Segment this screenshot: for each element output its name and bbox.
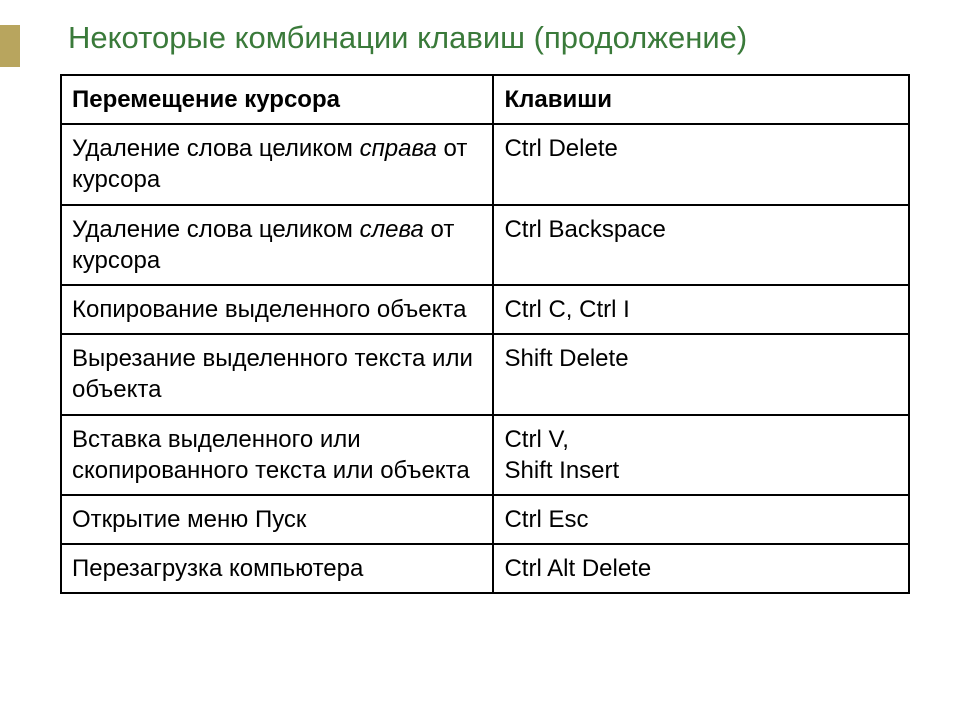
cell-action: Удаление слова целиком слева от курсора — [61, 205, 493, 285]
cell-keys: Ctrl Delete — [493, 124, 909, 204]
shortcuts-table: Перемещение курсора Клавиши Удаление сло… — [60, 74, 910, 594]
cell-keys: Ctrl Alt Delete — [493, 544, 909, 593]
table-header-row: Перемещение курсора Клавиши — [61, 75, 909, 124]
cell-action: Вырезание выделенного текста или объекта — [61, 334, 493, 414]
cell-keys: Ctrl Backspace — [493, 205, 909, 285]
header-keys: Клавиши — [493, 75, 909, 124]
cell-action: Копирование выделенного объекта — [61, 285, 493, 334]
table-row: Удаление слова целиком слева от курсора … — [61, 205, 909, 285]
cell-action: Перезагрузка компьютера — [61, 544, 493, 593]
cell-keys: Ctrl Esc — [493, 495, 909, 544]
header-action: Перемещение курсора — [61, 75, 493, 124]
table-row: Копирование выделенного объекта Ctrl C, … — [61, 285, 909, 334]
table-row: Открытие меню Пуск Ctrl Esc — [61, 495, 909, 544]
cell-keys: Ctrl C, Ctrl I — [493, 285, 909, 334]
table-row: Перезагрузка компьютера Ctrl Alt Delete — [61, 544, 909, 593]
cell-keys: Shift Delete — [493, 334, 909, 414]
cell-action: Удаление слова целиком справа от курсора — [61, 124, 493, 204]
table-row: Вырезание выделенного текста или объекта… — [61, 334, 909, 414]
slide-title: Некоторые комбинации клавиш (продолжение… — [68, 20, 910, 56]
table-row: Удаление слова целиком справа от курсора… — [61, 124, 909, 204]
cell-action: Открытие меню Пуск — [61, 495, 493, 544]
table-row: Вставка выделенного или скопированного т… — [61, 415, 909, 495]
slide-container: Некоторые комбинации клавиш (продолжение… — [0, 0, 960, 720]
cell-keys: Ctrl V,Shift Insert — [493, 415, 909, 495]
cell-action: Вставка выделенного или скопированного т… — [61, 415, 493, 495]
accent-bar — [0, 25, 20, 67]
